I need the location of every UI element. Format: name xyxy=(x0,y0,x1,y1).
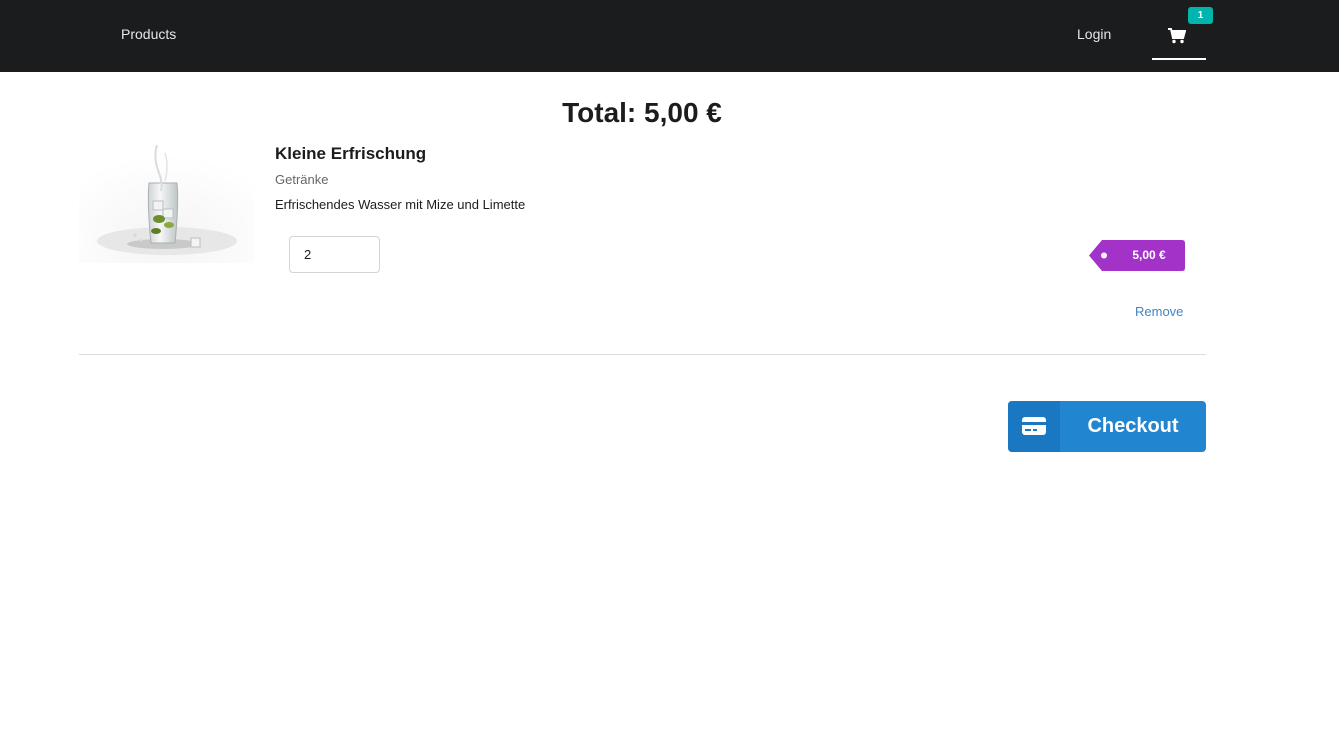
product-name[interactable]: Kleine Erfrischung xyxy=(275,144,426,164)
cart-total: Total: 5,00 € xyxy=(562,97,722,128)
nav-login-link[interactable]: Login xyxy=(1077,26,1111,42)
checkout-icon-area xyxy=(1008,401,1060,452)
product-category: Getränke xyxy=(275,172,329,187)
checkout-label: Checkout xyxy=(1087,415,1179,437)
price-label: 5,00 € xyxy=(1132,248,1166,262)
price-tag: 5,00 € xyxy=(1089,240,1185,271)
shopping-cart-icon xyxy=(1168,28,1186,44)
quantity-input[interactable] xyxy=(289,236,380,273)
product-description: Erfrischendes Wasser mit Mize und Limett… xyxy=(275,197,526,212)
remove-item-link[interactable]: Remove xyxy=(1135,304,1183,319)
product-image xyxy=(79,143,254,263)
cart-count-badge: 1 xyxy=(1188,7,1213,24)
top-navbar: Products Login 1 xyxy=(0,0,1339,72)
nav-products-link[interactable]: Products xyxy=(121,26,176,42)
credit-card-icon xyxy=(1022,417,1046,435)
divider xyxy=(79,354,1206,355)
checkout-button[interactable]: Checkout xyxy=(1008,401,1206,452)
